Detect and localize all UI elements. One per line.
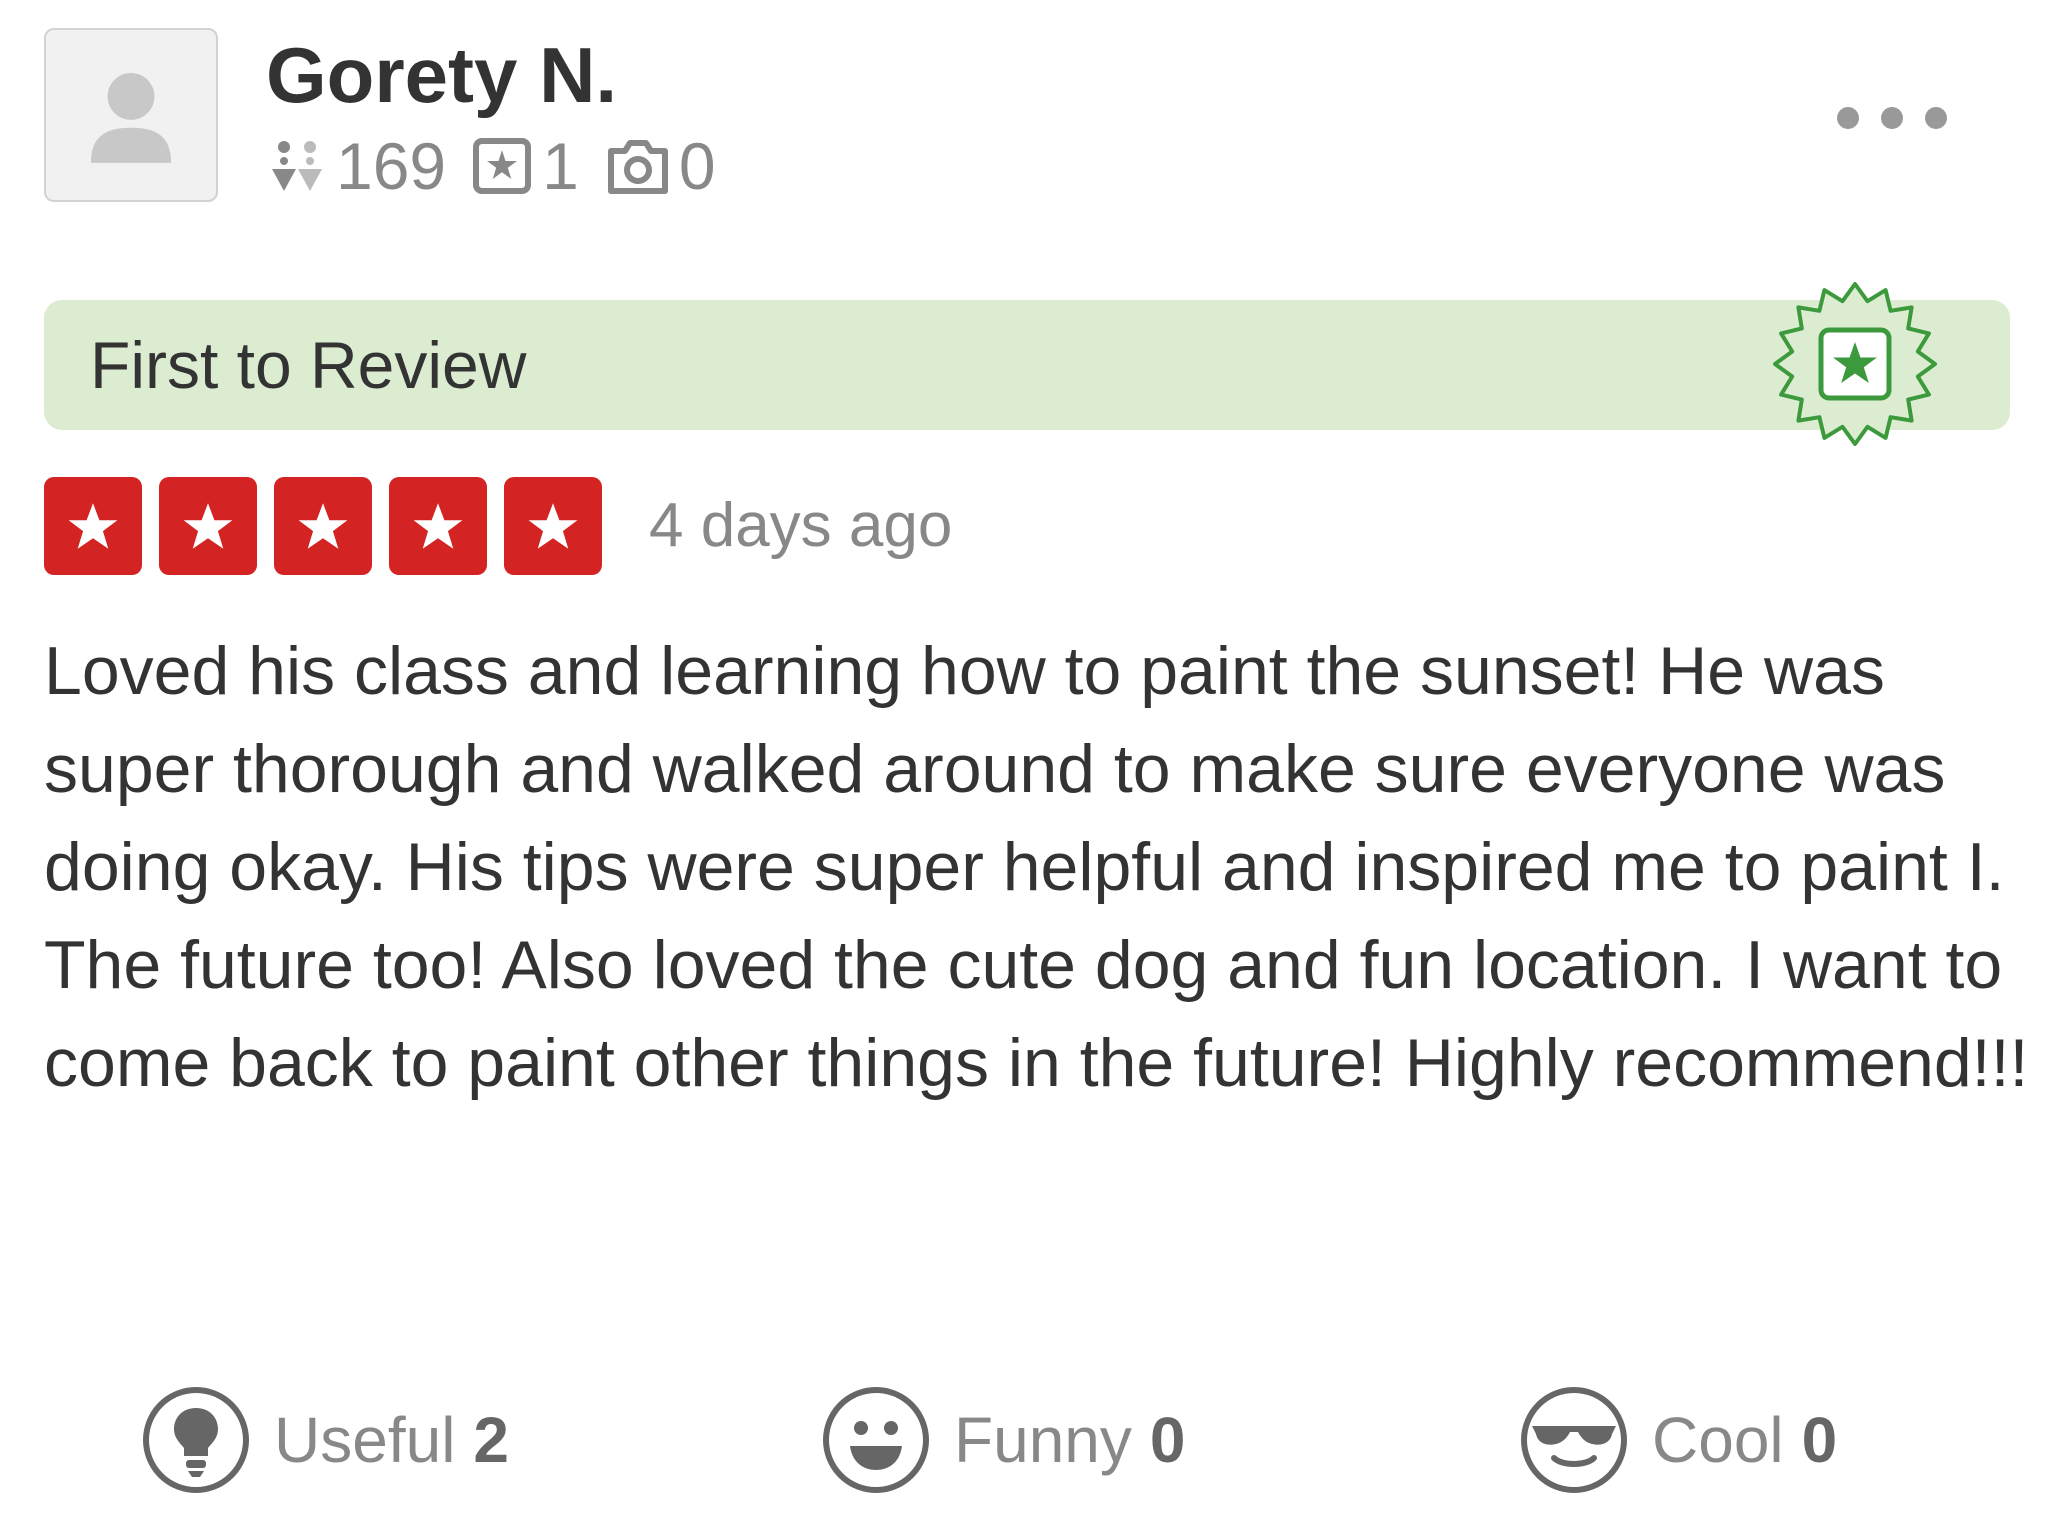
star-icon xyxy=(298,503,348,549)
useful-button[interactable]: Useful 2 xyxy=(142,1386,509,1494)
cool-button[interactable]: Cool 0 xyxy=(1520,1386,1837,1494)
smiley-icon xyxy=(822,1386,930,1494)
friends-count: 169 xyxy=(336,129,447,203)
star-icon xyxy=(413,503,463,549)
rating-star xyxy=(389,477,487,575)
useful-count: 2 xyxy=(473,1404,509,1476)
star-rating xyxy=(44,477,602,575)
more-options-button[interactable] xyxy=(1830,96,1954,140)
default-user-avatar-icon xyxy=(90,72,172,163)
rating-row: 4 days ago xyxy=(44,477,952,575)
user-stats: 169 1 0 xyxy=(266,126,742,206)
friends-icon xyxy=(266,135,328,197)
sunglasses-face-icon xyxy=(1520,1386,1628,1494)
funny-count: 0 xyxy=(1149,1404,1186,1476)
review-star-icon xyxy=(472,135,534,197)
useful-label: Useful xyxy=(274,1404,456,1476)
cool-count: 0 xyxy=(1801,1404,1838,1476)
avatar[interactable] xyxy=(44,28,218,202)
star-icon xyxy=(68,503,118,549)
photos-count: 0 xyxy=(678,129,716,203)
user-name[interactable]: Gorety N. xyxy=(266,30,617,120)
reviews-count: 1 xyxy=(542,129,579,203)
rating-star xyxy=(504,477,602,575)
star-icon xyxy=(528,503,578,549)
review-date: 4 days ago xyxy=(649,491,953,560)
funny-button[interactable]: Funny 0 xyxy=(822,1386,1185,1494)
banner-label: First to Review xyxy=(90,328,527,402)
lightbulb-icon xyxy=(142,1386,250,1494)
review-text: Loved his class and learning how to pain… xyxy=(44,633,2029,1101)
rating-star xyxy=(274,477,372,575)
camera-icon xyxy=(605,135,671,197)
funny-label: Funny xyxy=(954,1404,1132,1476)
ellipsis-icon xyxy=(1837,107,1947,129)
rating-star xyxy=(159,477,257,575)
rating-star xyxy=(44,477,142,575)
star-icon xyxy=(183,503,233,549)
first-to-review-banner: First to Review xyxy=(44,282,2010,446)
first-to-review-star-badge-icon xyxy=(1769,278,1941,450)
cool-label: Cool xyxy=(1652,1404,1784,1476)
